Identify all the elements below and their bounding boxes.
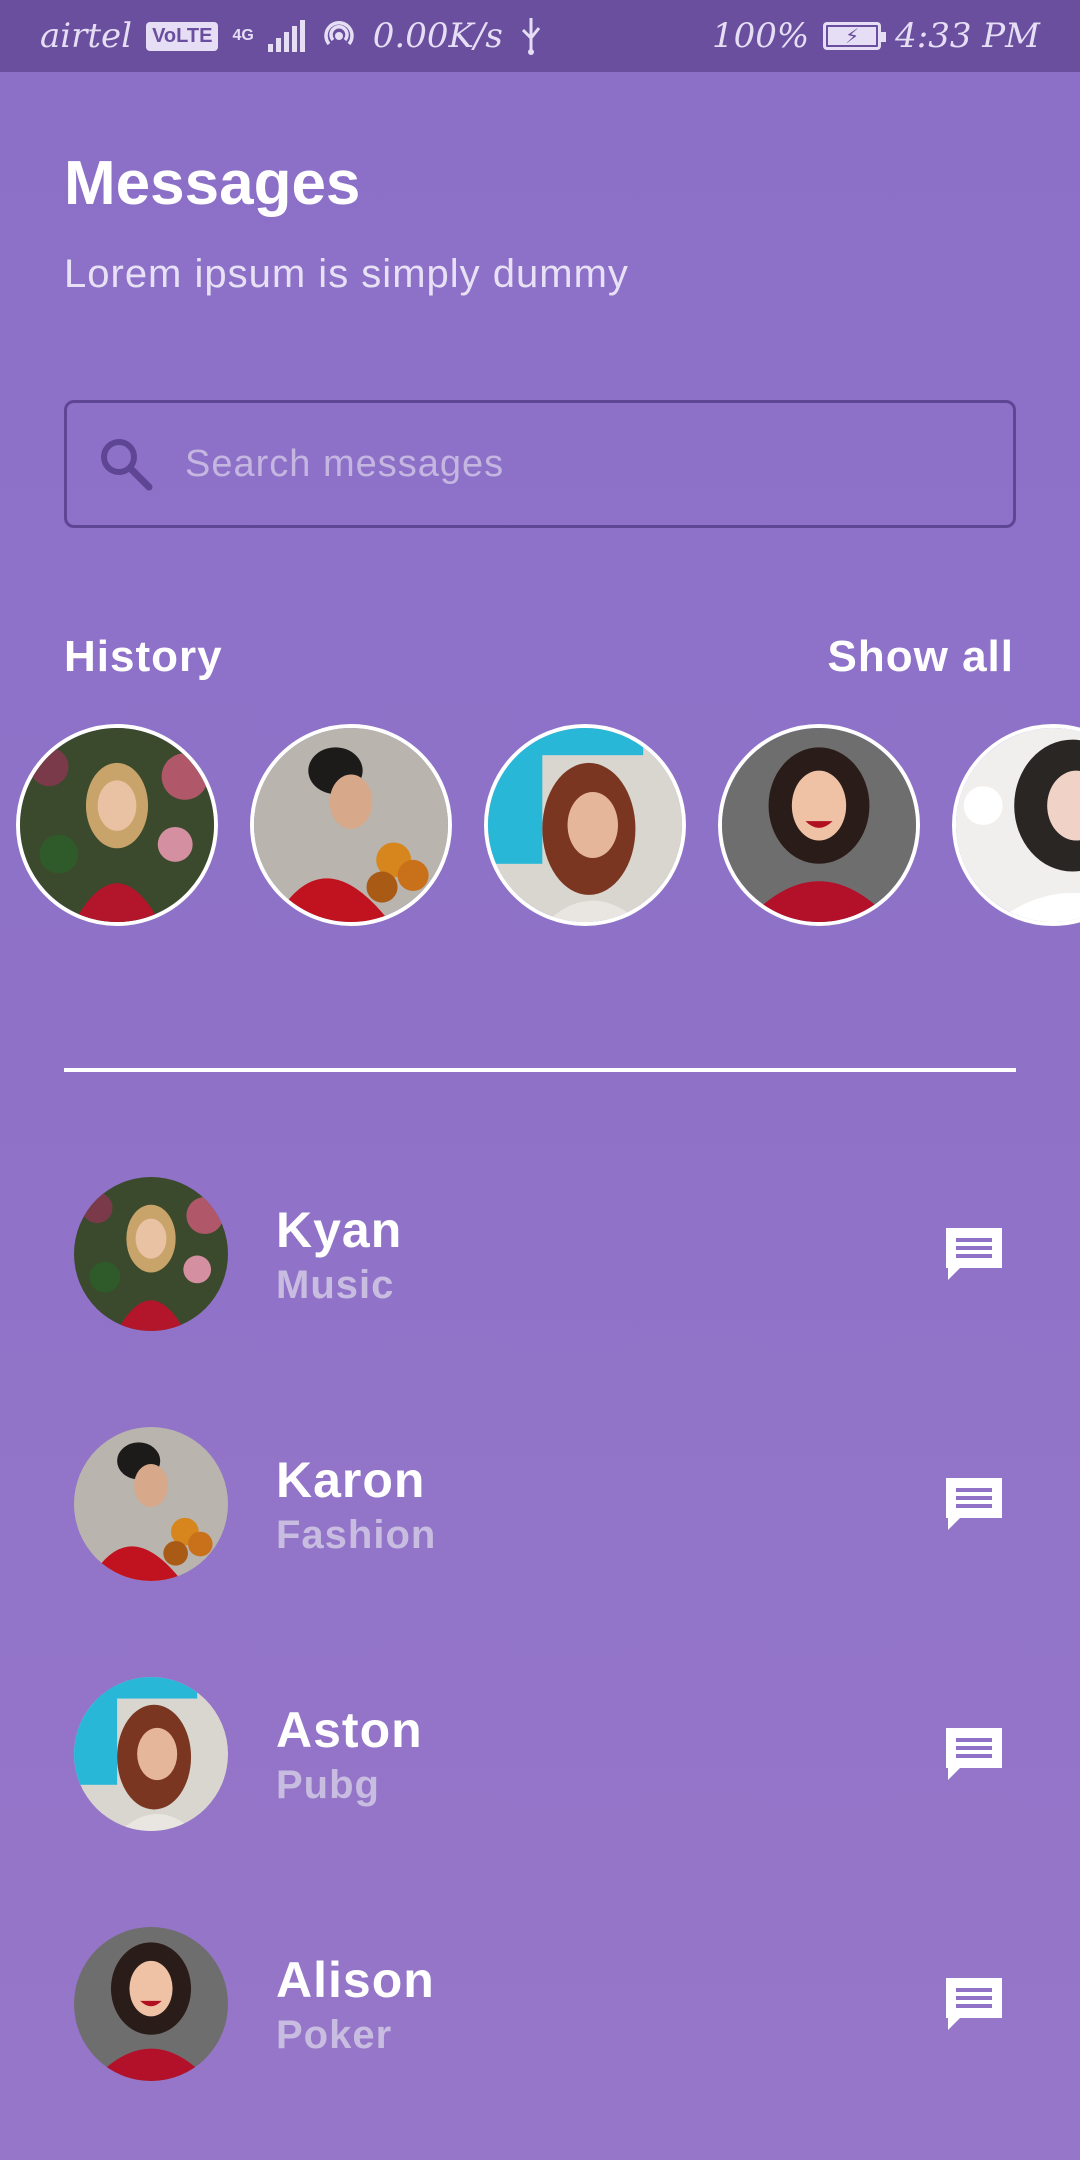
battery-percent: 100%: [711, 16, 810, 56]
contact-name: Karon: [276, 1451, 426, 1508]
history-strip[interactable]: [16, 724, 1080, 930]
contact-category: Fashion: [276, 1512, 437, 1557]
carrier-name: airtel: [40, 16, 133, 56]
battery-icon: ⚡: [823, 22, 887, 50]
contact-text: Kyan Music: [276, 1201, 942, 1308]
avatar: [74, 1677, 228, 1831]
avatar: [74, 1927, 228, 2081]
status-bar: airtel VoLTE 4G 0.00K/s 100% ⚡ 4:33 PM: [0, 0, 1080, 72]
contact-text: Alison Poker: [276, 1951, 942, 2058]
history-label: History: [64, 632, 223, 681]
chat-icon[interactable]: [942, 1222, 1006, 1286]
search-box[interactable]: [64, 400, 1016, 528]
contact-row-karon[interactable]: Karon Fashion: [64, 1424, 1016, 1584]
status-right: 100% ⚡ 4:33 PM: [712, 16, 1040, 56]
volte-badge: VoLTE: [146, 21, 219, 51]
clock: 4:33 PM: [895, 16, 1040, 56]
avatar: [254, 728, 448, 922]
network-type: 4G: [232, 27, 254, 44]
chat-icon[interactable]: [942, 1972, 1006, 2036]
history-avatar[interactable]: [952, 724, 1080, 926]
page-title: Messages: [64, 149, 361, 218]
contact-row-kyan[interactable]: Kyan Music: [64, 1174, 1016, 1334]
search-icon: [101, 439, 153, 491]
show-all-button[interactable]: Show all: [828, 632, 1014, 682]
contact-category: Pubg: [276, 1762, 380, 1807]
contact-text: Aston Pubg: [276, 1701, 942, 1808]
contact-text: Karon Fashion: [276, 1451, 942, 1558]
contact-category: Music: [276, 1262, 395, 1307]
contact-name: Kyan: [276, 1201, 403, 1258]
page-subtitle: Lorem ipsum is simply dummy: [64, 252, 629, 296]
avatar: [74, 1427, 228, 1581]
chat-icon[interactable]: [942, 1722, 1006, 1786]
contact-name: Alison: [276, 1951, 435, 2008]
network-speed: 0.00K/s: [372, 16, 503, 56]
chat-icon[interactable]: [942, 1472, 1006, 1536]
status-left: airtel VoLTE 4G 0.00K/s: [40, 16, 545, 56]
signal-icon: [267, 20, 305, 52]
contact-category: Poker: [276, 2012, 393, 2057]
avatar: [488, 728, 682, 922]
contact-row-alison[interactable]: Alison Poker: [64, 1924, 1016, 2084]
avatar: [74, 1177, 228, 1331]
history-avatar[interactable]: [250, 724, 452, 926]
contact-name: Aston: [276, 1701, 423, 1758]
history-avatar[interactable]: [16, 724, 218, 926]
history-avatar[interactable]: [718, 724, 920, 926]
hotspot-icon: [324, 20, 354, 46]
search-input[interactable]: [185, 442, 965, 486]
avatar: [722, 728, 916, 922]
history-avatar[interactable]: [484, 724, 686, 926]
contact-row-aston[interactable]: Aston Pubg: [64, 1674, 1016, 1834]
divider: [64, 1068, 1016, 1072]
usb-icon: [521, 18, 540, 55]
avatar: [956, 728, 1080, 922]
avatar: [20, 728, 214, 922]
